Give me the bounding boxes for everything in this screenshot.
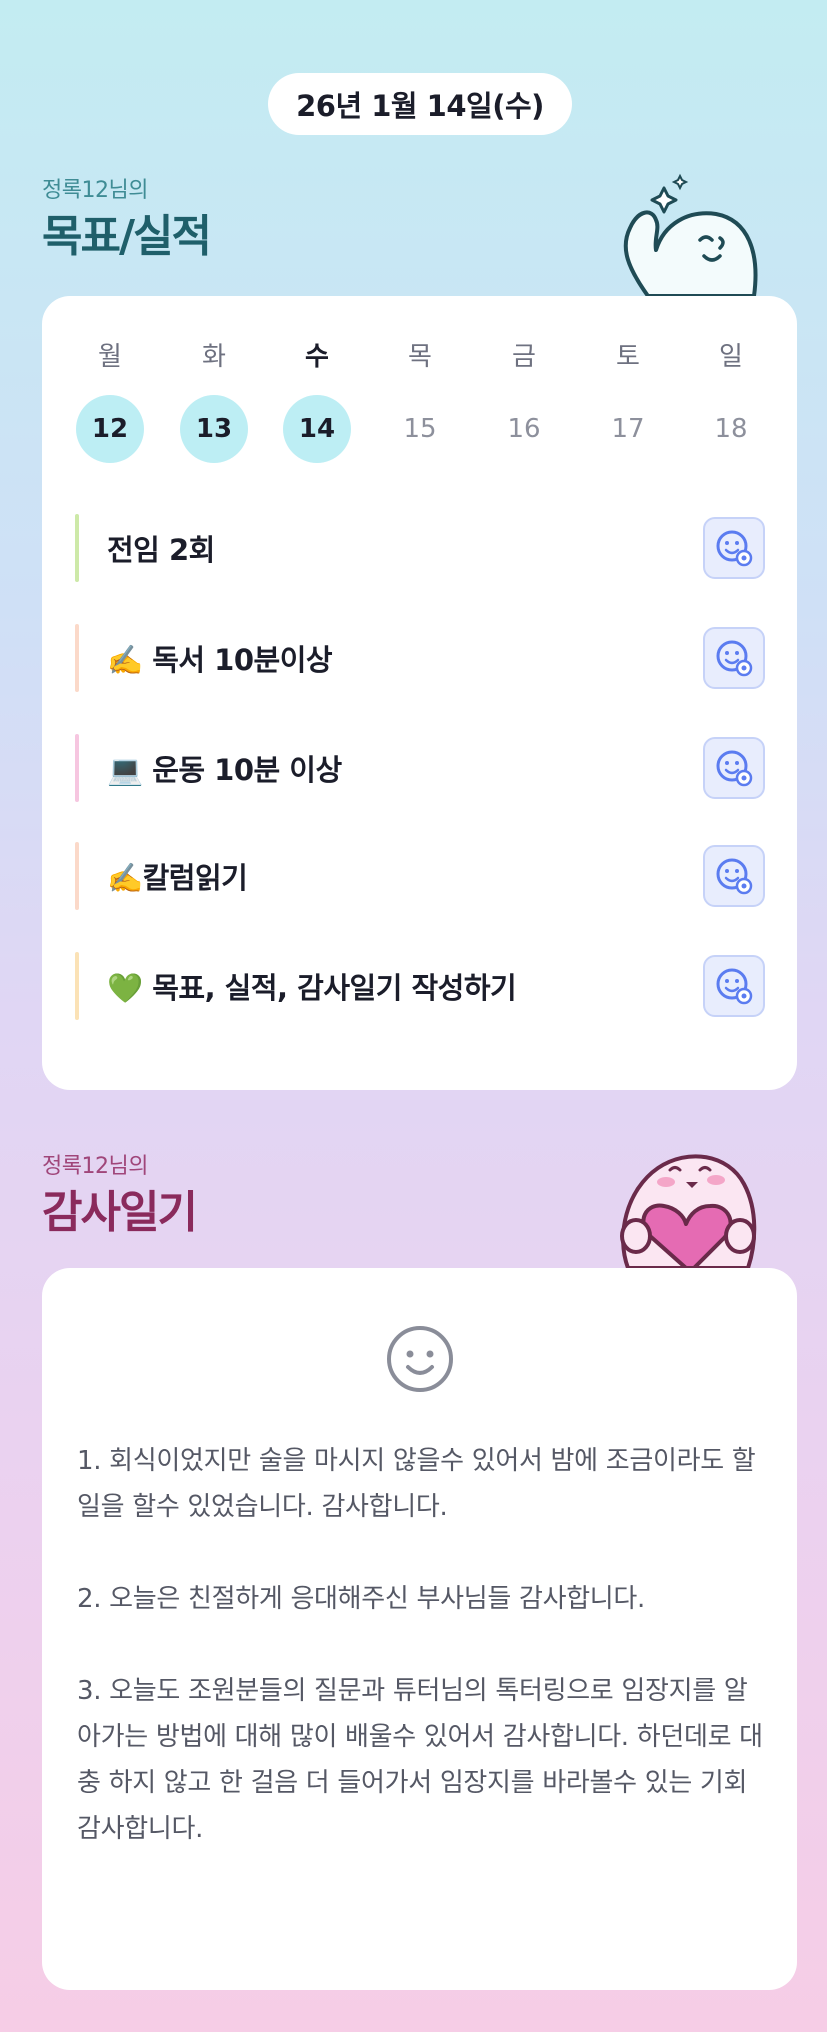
date-number: 15	[403, 414, 437, 444]
day-sun[interactable]: 일 18	[696, 336, 766, 463]
goal-text: ✍️ 독서 10분이상	[107, 643, 333, 677]
day-label: 일	[719, 342, 743, 372]
day-sat[interactable]: 토 17	[593, 336, 663, 463]
current-date: 26년 1월 14일(수)	[296, 89, 544, 123]
goal-text: ✍️칼럼읽기	[107, 861, 248, 895]
smile-plus-icon	[716, 858, 753, 895]
diary-entry-3: 3. 오늘도 조원분들의 질문과 튜터님의 톡터링으로 임장지를 알아가는 방법…	[77, 1676, 763, 1844]
day-label: 월	[98, 342, 122, 372]
goal-item: 💚 목표, 실적, 감사일기 작성하기	[75, 952, 765, 1020]
day-fri[interactable]: 금 16	[489, 336, 559, 463]
goal-color-bar	[75, 514, 79, 582]
date-number: 12	[76, 395, 144, 463]
date-number: 18	[714, 414, 748, 444]
day-label: 금	[512, 342, 536, 372]
heart-mascot-icon	[620, 1154, 757, 1268]
date-pill[interactable]: 26년 1월 14일(수)	[268, 73, 572, 135]
goals-section-title: 목표/실적	[42, 211, 212, 262]
diary-entries: 1. 회식이었지만 술을 마시지 않을수 있어서 밤에 조금이라도 할일을 할수…	[77, 1438, 767, 1898]
goal-item: 전임 2회	[75, 514, 765, 582]
diary-entry-1: 1. 회식이었지만 술을 마시지 않을수 있어서 밤에 조금이라도 할일을 할수…	[77, 1446, 756, 1522]
goal-text: 💚 목표, 실적, 감사일기 작성하기	[107, 971, 517, 1005]
day-tue[interactable]: 화 13	[179, 336, 249, 463]
smile-plus-icon	[716, 530, 753, 567]
goal-reaction-button[interactable]	[703, 737, 765, 799]
goal-color-bar	[75, 734, 79, 802]
goal-reaction-button[interactable]	[703, 627, 765, 689]
day-label: 화	[202, 342, 226, 372]
goal-color-bar	[75, 952, 79, 1020]
goal-item: ✍️ 독서 10분이상	[75, 624, 765, 692]
day-label: 수	[305, 342, 329, 372]
goal-text: 전임 2회	[107, 533, 215, 567]
goal-reaction-button[interactable]	[703, 517, 765, 579]
goal-color-bar	[75, 842, 79, 910]
waving-mascot-icon	[623, 173, 758, 296]
day-label: 목	[408, 342, 432, 372]
goal-color-bar	[75, 624, 79, 692]
date-number: 17	[611, 414, 645, 444]
diary-section-title: 감사일기	[42, 1187, 198, 1238]
diary-card: 1. 회식이었지만 술을 마시지 않을수 있어서 밤에 조금이라도 할일을 할수…	[42, 1268, 797, 1990]
goal-item: 💻 운동 10분 이상	[75, 734, 765, 802]
day-wed[interactable]: 수 14	[282, 336, 352, 463]
goal-reaction-button[interactable]	[703, 845, 765, 907]
smile-plus-icon	[716, 968, 753, 1005]
goals-card: 월 12 화 13 수 14 목 15 금 16 토 17 일 18 전임 2회	[42, 296, 797, 1090]
goal-reaction-button[interactable]	[703, 955, 765, 1017]
diary-entry-2: 2. 오늘은 친절하게 응대해주신 부사님들 감사합니다.	[77, 1584, 646, 1614]
day-label: 토	[616, 342, 640, 372]
goal-item: ✍️칼럼읽기	[75, 842, 765, 910]
smile-plus-icon	[716, 750, 753, 787]
smile-plus-icon	[716, 640, 753, 677]
date-number: 16	[507, 414, 541, 444]
date-number: 14	[283, 395, 351, 463]
goal-text: 💻 운동 10분 이상	[107, 753, 342, 787]
smile-face-icon[interactable]	[385, 1324, 455, 1394]
day-mon[interactable]: 월 12	[75, 336, 145, 463]
date-number: 13	[180, 395, 248, 463]
day-thu[interactable]: 목 15	[385, 336, 455, 463]
